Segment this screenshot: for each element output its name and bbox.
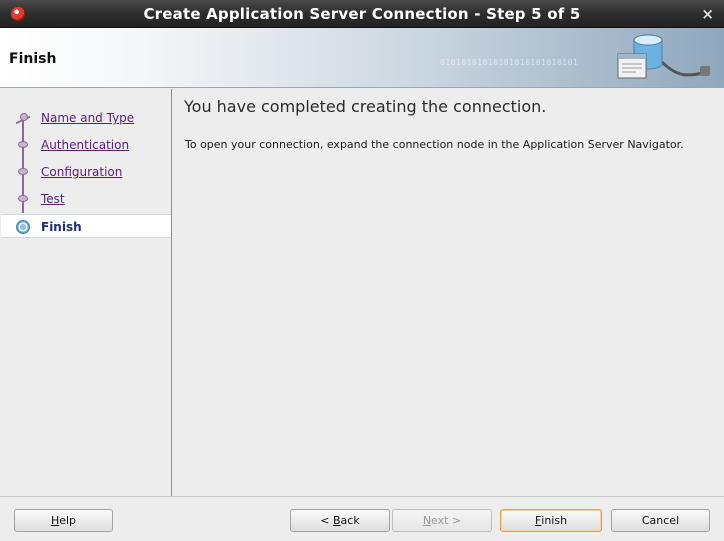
next-mnemonic: N [422, 514, 432, 527]
page-title: Finish [9, 51, 57, 67]
step-finish[interactable]: Finish [1, 214, 171, 238]
wizard-content: You have completed creating the connecti… [172, 89, 724, 496]
step-marker-icon [18, 168, 28, 175]
back-label: ack [340, 514, 360, 527]
step-marker-icon [18, 141, 28, 148]
step-test[interactable]: Test [1, 187, 171, 211]
footer-divider [0, 496, 724, 497]
step-label[interactable]: Test [41, 192, 65, 206]
back-mnemonic: B [333, 514, 341, 527]
help-button[interactable]: Help [14, 509, 113, 532]
help-label: elp [59, 514, 77, 527]
step-authentication[interactable]: Authentication [1, 133, 171, 157]
wizard-steps: Name and Type Authentication Configurati… [1, 89, 172, 496]
step-marker-icon [16, 113, 30, 123]
step-name-and-type[interactable]: Name and Type [1, 106, 171, 130]
finish-button[interactable]: Finish [500, 509, 602, 532]
window-title: Create Application Server Connection - S… [143, 5, 581, 23]
next-label: ext > [431, 514, 462, 527]
step-configuration[interactable]: Configuration [1, 160, 171, 184]
binary-decoration: 01010101010101010101010101 [440, 58, 579, 67]
completion-description: To open your connection, expand the conn… [185, 138, 684, 151]
back-button[interactable]: < Back [290, 509, 390, 532]
close-icon[interactable]: × [701, 5, 714, 23]
server-connection-icon [617, 34, 710, 79]
back-prefix: < [320, 514, 333, 527]
current-step-icon [16, 220, 30, 234]
finish-label: inish [541, 514, 568, 527]
step-label[interactable]: Configuration [41, 165, 122, 179]
step-label[interactable]: Name and Type [41, 111, 134, 125]
step-marker-icon [18, 195, 28, 202]
step-label[interactable]: Authentication [41, 138, 129, 152]
wizard-header: Finish 01010101010101010101010101 [0, 28, 724, 88]
completion-heading: You have completed creating the connecti… [184, 97, 547, 116]
help-mnemonic: H [50, 514, 60, 527]
title-bar: Create Application Server Connection - S… [0, 0, 724, 28]
step-label: Finish [41, 220, 82, 234]
cancel-button[interactable]: Cancel [611, 509, 710, 532]
next-button[interactable]: Next > [392, 509, 492, 532]
